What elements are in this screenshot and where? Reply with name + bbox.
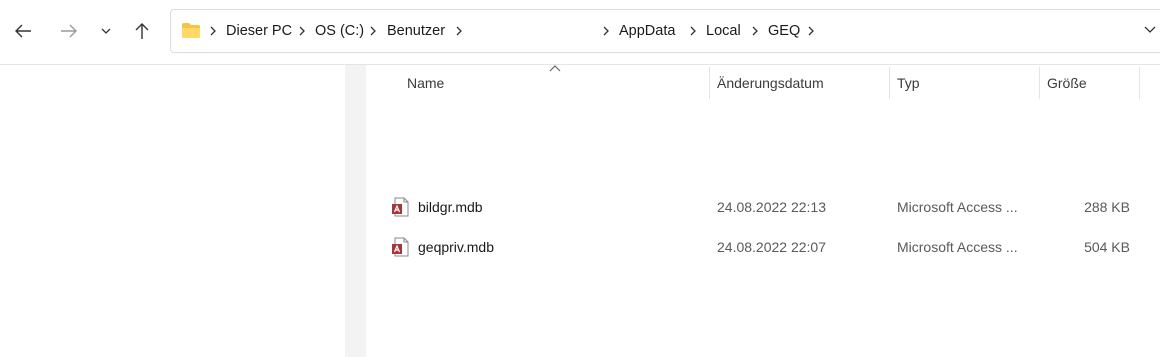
file-modified-date: 24.08.2022 22:13 — [717, 199, 826, 215]
file-list[interactable]: Name Änderungsdatum Typ Größe bildgr.mdb… — [366, 65, 1160, 357]
breadcrumb-os-c[interactable]: OS (C:) — [315, 10, 364, 52]
file-name[interactable]: geqpriv.mdb — [418, 229, 494, 265]
breadcrumb-benutzer[interactable]: Benutzer — [387, 10, 445, 52]
breadcrumb-separator-icon — [808, 26, 814, 36]
column-header-modified[interactable]: Änderungsdatum — [717, 65, 887, 99]
breadcrumb-appdata[interactable]: AppData — [619, 10, 675, 52]
address-history-button[interactable] — [1140, 9, 1160, 51]
breadcrumb-separator-icon — [752, 26, 758, 36]
recent-locations-button[interactable] — [92, 16, 120, 46]
file-row[interactable]: geqpriv.mdb 24.08.2022 22:07 Microsoft A… — [366, 229, 1160, 265]
file-size: 504 KB — [1084, 239, 1130, 255]
navigation-pane[interactable] — [0, 65, 345, 357]
breadcrumb-separator-icon — [370, 26, 376, 36]
column-divider[interactable] — [889, 67, 890, 99]
breadcrumb-separator-icon — [690, 26, 696, 36]
file-type: Microsoft Access ... — [897, 239, 1018, 255]
file-size: 288 KB — [1084, 199, 1130, 215]
arrow-up-icon — [135, 23, 149, 39]
back-button[interactable] — [8, 16, 38, 46]
breadcrumb-geq[interactable]: GEQ — [768, 10, 800, 52]
breadcrumb-separator-icon — [456, 26, 462, 36]
navigation-toolbar: Dieser PC OS (C:) Benutzer AppData Local… — [0, 0, 1160, 65]
column-header-name[interactable]: Name — [407, 65, 707, 99]
file-name[interactable]: bildgr.mdb — [418, 189, 483, 225]
address-bar[interactable]: Dieser PC OS (C:) Benutzer AppData Local… — [170, 9, 1160, 53]
arrow-right-icon — [61, 24, 77, 38]
folder-icon — [182, 23, 200, 38]
column-header-type[interactable]: Typ — [897, 65, 1037, 99]
chevron-down-icon — [101, 28, 111, 34]
breadcrumb-dieser-pc[interactable]: Dieser PC — [226, 10, 292, 52]
navigation-pane-scrollbar[interactable] — [345, 65, 366, 357]
chevron-down-icon — [1144, 26, 1156, 33]
breadcrumb-separator-icon — [210, 26, 216, 36]
column-header-size[interactable]: Größe — [1047, 65, 1137, 99]
column-divider[interactable] — [709, 67, 710, 99]
file-row[interactable]: bildgr.mdb 24.08.2022 22:13 Microsoft Ac… — [366, 189, 1160, 225]
forward-button[interactable] — [54, 16, 84, 46]
file-modified-date: 24.08.2022 22:07 — [717, 239, 826, 255]
column-divider[interactable] — [1039, 67, 1040, 99]
file-type: Microsoft Access ... — [897, 199, 1018, 215]
access-database-icon — [392, 197, 409, 217]
arrow-left-icon — [15, 24, 31, 38]
up-button[interactable] — [127, 16, 157, 46]
breadcrumb-separator-icon — [299, 26, 305, 36]
column-divider[interactable] — [1139, 67, 1140, 99]
breadcrumb-separator-icon — [603, 26, 609, 36]
breadcrumb-local[interactable]: Local — [706, 10, 741, 52]
access-database-icon — [392, 237, 409, 257]
